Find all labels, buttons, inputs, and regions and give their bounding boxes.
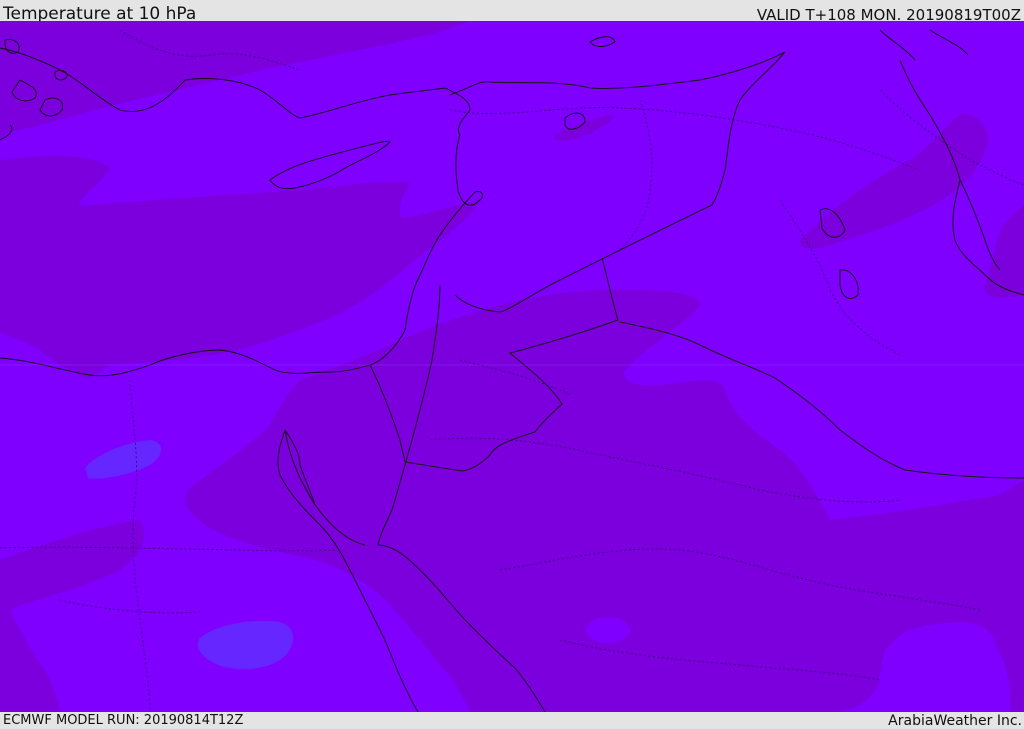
footer-bar: ECMWF MODEL RUN: 20190814T12Z ArabiaWeat… [0, 712, 1024, 729]
model-run-label: ECMWF MODEL RUN: 20190814T12Z [3, 713, 244, 728]
light-island-arabia [586, 617, 630, 643]
light-island-southeast [878, 630, 1010, 712]
temperature-map [0, 21, 1024, 712]
map-figure: Temperature at 10 hPa VALID T+108 MON. 2… [0, 0, 1024, 729]
header-bar: Temperature at 10 hPa VALID T+108 MON. 2… [0, 0, 1024, 24]
credit-label: ArabiaWeather Inc. [888, 713, 1022, 729]
